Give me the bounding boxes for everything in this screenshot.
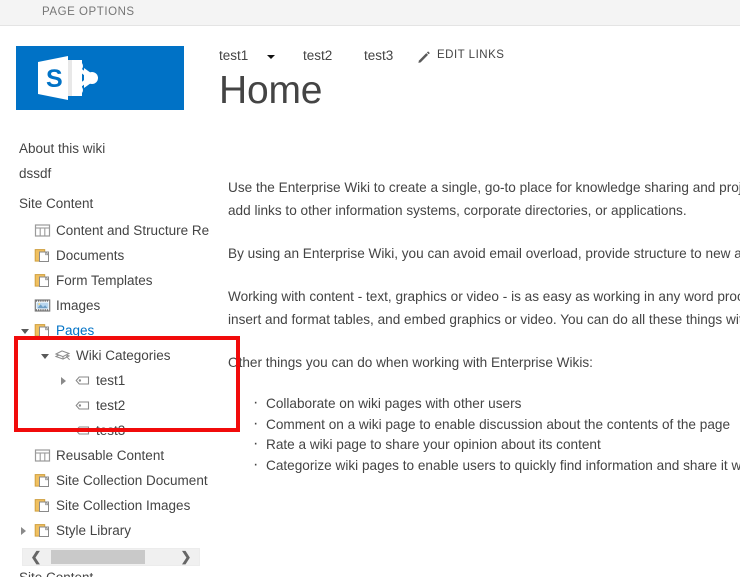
site-content-tree: Content and Structure Re Documents Form Te… <box>0 218 218 568</box>
quicklaunch-heading-site-content[interactable]: Site Content <box>0 190 218 218</box>
list-item: Rate a wiki page to share your opinion a… <box>253 434 740 456</box>
scrollbar-thumb[interactable] <box>51 550 145 564</box>
edit-links-button[interactable]: EDIT LINKS <box>437 49 504 61</box>
chevron-down-icon[interactable] <box>267 55 275 59</box>
content-paragraph: Use the Enterprise Wiki to create a sing… <box>228 176 740 222</box>
tree-node-label[interactable]: Reusable Content <box>56 443 164 468</box>
tree-node-test2[interactable]: test2 <box>0 393 218 418</box>
paragraph-line: By using an Enterprise Wiki, you can avo… <box>228 246 740 261</box>
quicklaunch-clipped-label[interactable]: Site Content <box>19 570 93 577</box>
tree-node-reusable-content[interactable]: Reusable Content <box>0 443 218 468</box>
list-item: Comment on a wiki page to enable discuss… <box>253 414 740 436</box>
quick-launch-navigation: About this wiki dssdf Site Content Conte… <box>0 136 218 568</box>
tree-node-label[interactable]: Style Library <box>56 518 131 543</box>
sharepoint-logo[interactable]: S <box>16 46 184 110</box>
tree-node-test3[interactable]: test3 <box>0 418 218 443</box>
feature-bullet-list: Collaborate on wiki pages with other use… <box>228 393 740 477</box>
content-paragraph: Working with content - text, graphics or… <box>228 285 740 331</box>
content-paragraph: By using an Enterprise Wiki, you can avo… <box>228 242 740 265</box>
collapse-triangle-icon[interactable] <box>21 329 29 334</box>
tree-node-documents[interactable]: Documents <box>0 243 218 268</box>
list-item: Categorize wiki pages to enable users to… <box>253 455 740 477</box>
tree-node-site-collection-images[interactable]: Site Collection Images <box>0 493 218 518</box>
topnav-item-test2[interactable]: test2 <box>303 48 332 63</box>
tree-node-label[interactable]: Pages <box>56 318 94 343</box>
page-title: Home <box>219 69 323 112</box>
quicklaunch-horizontal-scrollbar[interactable]: ❮ ❯ <box>22 548 200 566</box>
document-library-icon <box>34 497 51 514</box>
tab-page-options[interactable]: PAGE OPTIONS <box>42 6 135 18</box>
expand-triangle-icon[interactable] <box>21 527 26 535</box>
tree-node-label[interactable]: Images <box>56 293 100 318</box>
sharepoint-logo-icon: S <box>38 56 98 100</box>
list-table-icon <box>34 447 51 464</box>
tree-node-label[interactable]: Documents <box>56 243 124 268</box>
topnav-item-test3[interactable]: test3 <box>364 48 393 63</box>
document-library-icon <box>34 522 51 539</box>
quicklaunch-link-about-this-wiki[interactable]: About this wiki <box>0 136 218 161</box>
scroll-left-arrow-icon[interactable]: ❮ <box>23 549 49 565</box>
topnav-item-test1[interactable]: test1 <box>219 48 248 63</box>
paragraph-line: add links to other information systems, … <box>228 203 687 218</box>
tree-node-site-collection-document[interactable]: Site Collection Document <box>0 468 218 493</box>
list-item: Collaborate on wiki pages with other use… <box>253 393 740 415</box>
tree-node-content-and-structure-re[interactable]: Content and Structure Re <box>0 218 218 243</box>
pencil-icon <box>418 51 430 63</box>
tree-node-wiki-categories[interactable]: Wiki Categories <box>0 343 218 368</box>
content-paragraph: Other things you can do when working wit… <box>228 351 740 374</box>
wiki-page-content: Use the Enterprise Wiki to create a sing… <box>228 176 740 476</box>
quicklaunch-link-dssdf[interactable]: dssdf <box>0 161 218 186</box>
paragraph-line: Working with content - text, graphics or… <box>228 289 740 304</box>
term-tag-icon <box>74 372 91 389</box>
term-tag-icon <box>74 397 91 414</box>
tree-node-label[interactable]: Wiki Categories <box>76 343 171 368</box>
tree-node-form-templates[interactable]: Form Templates <box>0 268 218 293</box>
tree-node-pages[interactable]: Pages <box>0 318 218 343</box>
paragraph-line: Other things you can do when working wit… <box>228 355 593 370</box>
document-library-icon <box>34 472 51 489</box>
paragraph-line: Use the Enterprise Wiki to create a sing… <box>228 180 740 195</box>
document-library-icon <box>34 272 51 289</box>
tree-node-label[interactable]: Form Templates <box>56 268 153 293</box>
document-library-icon <box>34 247 51 264</box>
tree-node-label[interactable]: Site Collection Images <box>56 493 190 518</box>
tree-node-label[interactable]: Content and Structure Re <box>56 218 209 243</box>
document-library-icon <box>34 322 51 339</box>
sharepoint-wiki-page: PAGE OPTIONS S test1 test2 test3 EDIT LI… <box>0 0 740 577</box>
svg-text:S: S <box>46 65 63 93</box>
ribbon-bar: PAGE OPTIONS <box>0 0 740 26</box>
tree-node-style-library[interactable]: Style Library <box>0 518 218 543</box>
tree-node-label[interactable]: test1 <box>96 368 125 393</box>
term-set-icon <box>54 347 71 364</box>
paragraph-line: insert and format tables, and embed grap… <box>228 312 740 327</box>
collapse-triangle-icon[interactable] <box>41 354 49 359</box>
scroll-right-arrow-icon[interactable]: ❯ <box>173 549 199 565</box>
tree-node-label[interactable]: test3 <box>96 418 125 443</box>
expand-triangle-icon[interactable] <box>61 377 66 385</box>
tree-node-label[interactable]: test2 <box>96 393 125 418</box>
term-tag-icon <box>74 422 91 439</box>
tree-node-label[interactable]: Site Collection Document <box>56 468 208 493</box>
picture-library-icon <box>34 297 51 314</box>
list-table-icon <box>34 222 51 239</box>
tree-node-test1[interactable]: test1 <box>0 368 218 393</box>
tree-node-images[interactable]: Images <box>0 293 218 318</box>
